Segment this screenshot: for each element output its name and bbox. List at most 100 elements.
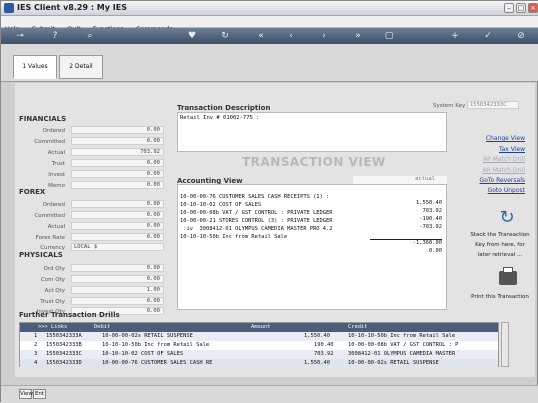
- table-row[interactable]: 2 1550342333B 10-10-10-50b Inc from Reta…: [20, 341, 498, 350]
- close-button[interactable]: ×: [528, 3, 538, 13]
- row-credit: 10-10-10-50b Inc from Retail Sale: [348, 333, 456, 339]
- row-debit: 10-10-10-02 COST OF SALES: [102, 351, 184, 357]
- col-links: >>> Links: [38, 324, 68, 330]
- forex-rate: 0.00: [71, 233, 164, 241]
- maximize-button[interactable]: □: [516, 3, 526, 13]
- view-button[interactable]: View: [19, 389, 33, 399]
- cancel-icon[interactable]: ⊘: [515, 30, 527, 42]
- stack-text: later retrieval ...: [477, 252, 523, 258]
- col-debit: Debit: [94, 324, 111, 330]
- drills-scrollbar[interactable]: [501, 322, 509, 367]
- row-key: 1550342333D: [46, 360, 82, 366]
- search-icon[interactable]: ⌕: [84, 30, 96, 42]
- field-label: Ordered: [42, 202, 65, 208]
- printer-icon[interactable]: [499, 267, 517, 285]
- physicals-ord-qty: 0.00: [71, 264, 164, 272]
- row-amount: 703.92: [314, 351, 334, 357]
- prev-page-icon[interactable]: ‹: [285, 30, 297, 42]
- goto-unpost-link[interactable]: Goto Unpost: [488, 187, 525, 194]
- print-text: Print this Transaction: [471, 294, 529, 300]
- drills-header: Further Transaction Drills: [19, 311, 120, 319]
- first-page-icon[interactable]: «: [255, 30, 267, 42]
- financials-ordered: 0.00: [71, 126, 164, 134]
- row-amount: 190.40: [314, 342, 334, 348]
- ap-match-drill-link: AP Match Drill: [483, 156, 525, 163]
- row-number: 3: [34, 351, 38, 357]
- table-row[interactable]: 1 1550342333A 10-00-00-02s RETAIL SUSPEN…: [20, 332, 498, 341]
- document-icon[interactable]: ▢: [383, 30, 395, 42]
- row-debit: 10-00-00-76 CUSTOMER SALES CASH RE: [102, 360, 213, 366]
- accounting-total-row: 0.00: [180, 242, 444, 254]
- app-window: IES Client v8.29 : My IES – □ × Help Sub…: [0, 0, 538, 403]
- field-label: Trust: [51, 161, 65, 167]
- field-label: Ord Qty: [43, 266, 65, 272]
- field-label: Actual: [47, 150, 65, 156]
- field-label: Act Qty: [44, 288, 65, 294]
- ent-button[interactable]: Ent: [33, 389, 46, 399]
- app-icon: [4, 3, 14, 13]
- financials-invest: 0.00: [71, 170, 164, 178]
- drills-table: >>> Links Debit Amount Credit 1 15503423…: [19, 322, 499, 368]
- row-debit: 10-00-00-02s RETAIL SUSPENSE: [102, 333, 193, 339]
- system-key-label: System Key: [433, 103, 466, 109]
- last-page-icon[interactable]: »: [352, 30, 364, 42]
- physicals-header: PHYSICALS: [19, 251, 63, 259]
- change-view-link[interactable]: Change View: [486, 135, 525, 142]
- transaction-description-header: Transaction Description: [177, 104, 271, 112]
- transaction-view-title: TRANSACTION VIEW: [242, 155, 386, 169]
- refresh-icon[interactable]: ↻: [219, 30, 231, 42]
- financials-memo: 0.00: [71, 181, 164, 189]
- status-bar: View Ent: [1, 385, 538, 403]
- key-icon[interactable]: ⊸: [9, 30, 31, 42]
- accounting-view-box: 10-00-00-76 CUSTOMER SALES CASH RECEIPTS…: [177, 184, 447, 310]
- forex-currency: LOCAL $: [71, 243, 164, 251]
- col-credit: Credit: [348, 324, 368, 330]
- toolbar: ⊸ ? ⌕ ♥ ↻ « ‹ › » ▢ + ✓ ⊘: [1, 28, 538, 44]
- check-icon[interactable]: ✓: [482, 30, 494, 42]
- forex-ordered: 0.00: [71, 200, 164, 208]
- physicals-act-qty: 1.00: [71, 286, 164, 294]
- accounting-row: 10-00-00-76 CUSTOMER SALES CASH RECEIPTS…: [180, 188, 444, 206]
- field-label: Actual: [47, 224, 65, 230]
- row-key: 1550342333C: [46, 351, 82, 357]
- field-label: Trust Qty: [40, 299, 65, 305]
- add-icon[interactable]: +: [449, 30, 461, 42]
- minimize-button[interactable]: –: [504, 3, 514, 13]
- forex-actual: 0.00: [71, 222, 164, 230]
- window-title: IES Client v8.29 : My IES: [17, 3, 127, 12]
- accounting-total: 0.00: [429, 248, 442, 254]
- forex-header: FOREX: [19, 188, 46, 196]
- heart-icon[interactable]: ♥: [186, 30, 198, 42]
- table-row[interactable]: 3 1550342333C 10-10-10-02 COST OF SALES …: [20, 350, 498, 359]
- forex-committed: 0.00: [71, 211, 164, 219]
- menu-bar: Help Submit Quit Functions Commands: [1, 16, 538, 33]
- next-page-icon[interactable]: ›: [318, 30, 330, 42]
- stack-text: Stack the Transaction: [470, 232, 530, 238]
- goto-reversals-link[interactable]: GoTo Reversals: [480, 177, 525, 184]
- financials-actual: 703.92: [71, 148, 164, 156]
- transaction-description-box: Retail Inv # 01002-775 :: [177, 112, 447, 152]
- field-label: Committed: [34, 213, 65, 219]
- help-icon[interactable]: ?: [49, 30, 61, 42]
- row-key: 1550342333B: [46, 342, 82, 348]
- accounting-row: 10-10-10-02 COST OF SALES 703.92: [180, 196, 444, 214]
- accounting-row: :iv 3008412-01 OLYMPUS CAMEDIA MASTER PR…: [180, 220, 444, 232]
- stack-transaction-icon[interactable]: ↻: [497, 208, 517, 228]
- accounting-desc: 10-10-10-50b Inc from Retail Sale: [180, 234, 288, 240]
- row-amount: 1,550.40: [304, 333, 330, 339]
- title-bar: IES Client v8.29 : My IES – □ ×: [1, 1, 538, 16]
- row-credit: 10-00-00-08b VAT / GST CONTROL : P: [348, 342, 459, 348]
- field-label: Invest: [48, 172, 65, 178]
- row-credit: 10-00-00-02s RETAIL SUSPENSE: [348, 360, 439, 366]
- accounting-row: 10-00-00-08b VAT / GST CONTROL : PRIVATE…: [180, 204, 444, 222]
- tab-detail[interactable]: 2 Detail: [59, 55, 103, 79]
- drills-header-row: >>> Links Debit Amount Credit: [20, 323, 498, 332]
- row-number: 1: [34, 333, 38, 339]
- tab-values[interactable]: 1 Values: [13, 55, 57, 79]
- field-label: Com Qty: [40, 277, 65, 283]
- tax-view-link[interactable]: Tax View: [499, 146, 525, 153]
- col-amount: Amount: [251, 324, 271, 330]
- table-row[interactable]: 4 1550342333D 10-00-00-76 CUSTOMER SALES…: [20, 359, 498, 368]
- financials-header: FINANCIALS: [19, 115, 67, 123]
- accounting-row: 10-10-10-50b Inc from Retail Sale -1,360…: [180, 228, 444, 246]
